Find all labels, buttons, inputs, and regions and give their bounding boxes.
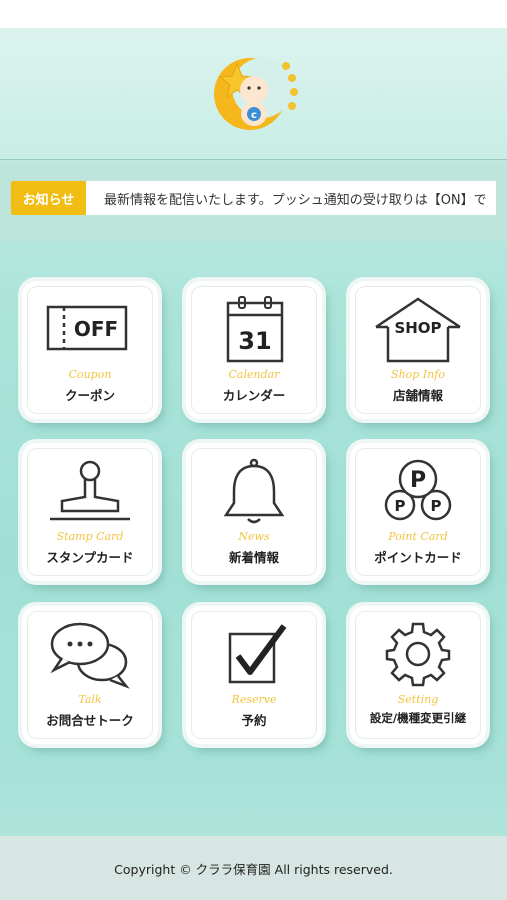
- menu-tile-point-card[interactable]: P P P Point Card ポイントカード: [350, 443, 486, 581]
- menu-en-label: Setting: [397, 693, 439, 706]
- menu-tile-reserve[interactable]: Reserve 予約: [186, 606, 322, 744]
- menu-jp-label: カレンダー: [222, 388, 286, 403]
- menu-jp-label: スタンプカード: [46, 550, 134, 565]
- point-letter-left: P: [395, 497, 406, 515]
- menu-en-label: Point Card: [388, 530, 448, 543]
- menu-jp-label: 新着情報: [228, 550, 279, 565]
- notice-ticker[interactable]: 最新情報を配信いたします。プッシュ通知の受け取りは【ON】で: [86, 181, 496, 215]
- menu-jp-label: お問合せトーク: [46, 713, 134, 728]
- menu-jp-label: 店舗情報: [392, 388, 443, 403]
- menu-jp-label: クーポン: [64, 388, 115, 403]
- bell-icon: [223, 458, 285, 524]
- menu-en-label: News: [238, 530, 270, 543]
- menu-en-label: Reserve: [231, 693, 277, 706]
- menu-en-label: Shop Info: [391, 368, 445, 381]
- menu-tile-stamp-card[interactable]: Stamp Card スタンプカード: [22, 443, 158, 581]
- menu-en-label: Talk: [78, 693, 102, 706]
- copyright-text: Copyright © クララ保育園 All rights reserved.: [114, 861, 393, 877]
- menu-tile-news[interactable]: News 新着情報: [186, 443, 322, 581]
- footer: Copyright © クララ保育園 All rights reserved.: [0, 836, 507, 900]
- notice-text: 最新情報を配信いたします。プッシュ通知の受け取りは【ON】で: [104, 192, 487, 208]
- checkbox-icon: [228, 624, 287, 684]
- gear-icon: [385, 622, 451, 687]
- shop-sign-text: SHOP: [394, 319, 441, 337]
- menu-en-label: Stamp Card: [56, 530, 124, 543]
- app-logo[interactable]: c: [204, 44, 304, 144]
- status-bar: [0, 0, 507, 28]
- menu-tile-calendar[interactable]: 31 Calendar カレンダー: [186, 281, 322, 419]
- point-letter-main: P: [410, 468, 426, 493]
- coupon-badge-text: OFF: [74, 317, 118, 341]
- calendar-day-text: 31: [238, 327, 271, 355]
- menu-jp-label: 設定/機種変更引継: [369, 711, 467, 725]
- chat-bubbles-icon: [50, 622, 130, 689]
- shop-house-icon: SHOP: [375, 297, 461, 363]
- menu-tile-coupon[interactable]: OFF Coupon クーポン: [22, 281, 158, 419]
- notice-label: お知らせ: [11, 181, 86, 215]
- stamp-icon: [50, 460, 130, 521]
- point-coins-icon: P P P: [384, 459, 452, 521]
- menu-en-label: Coupon: [68, 368, 112, 381]
- menu-jp-label: 予約: [241, 713, 267, 728]
- svg-text:c: c: [251, 110, 257, 121]
- menu-tile-setting[interactable]: Setting 設定/機種変更引継: [350, 606, 486, 744]
- menu-tile-talk[interactable]: Talk お問合せトーク: [22, 606, 158, 744]
- point-letter-right: P: [431, 497, 442, 515]
- menu-tile-shop-info[interactable]: SHOP Shop Info 店舗情報: [350, 281, 486, 419]
- menu-jp-label: ポイントカード: [374, 550, 462, 565]
- coupon-off-icon: OFF: [46, 305, 128, 351]
- menu-en-label: Calendar: [228, 368, 280, 381]
- calendar-icon: 31: [226, 296, 284, 363]
